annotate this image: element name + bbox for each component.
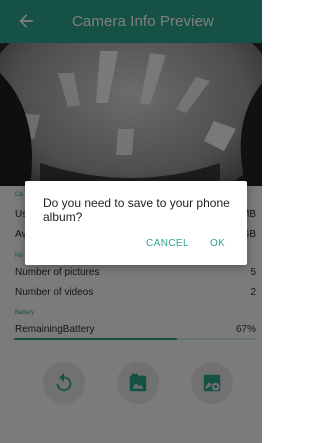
ok-button[interactable]: OK [210,238,225,249]
dialog-message: Do you need to save to your phone album? [43,196,230,224]
cancel-button[interactable]: CANCEL [146,238,189,249]
save-to-album-dialog: Do you need to save to your phone album?… [25,181,247,265]
